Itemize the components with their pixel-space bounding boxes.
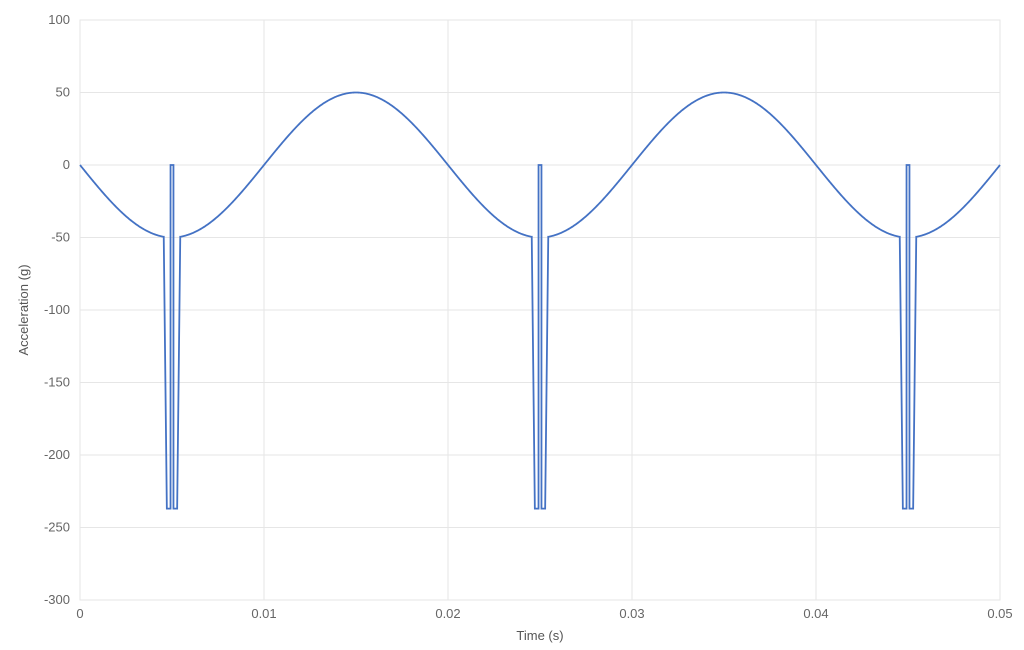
x-tick-label: 0 [76, 606, 83, 621]
y-tick-label: 100 [48, 12, 70, 27]
y-tick-label: 50 [56, 85, 70, 100]
x-tick-label: 0.01 [251, 606, 276, 621]
y-tick-label: 0 [63, 157, 70, 172]
x-tick-label: 0.04 [803, 606, 828, 621]
x-tick-label: 0.02 [435, 606, 460, 621]
y-tick-label: -150 [44, 375, 70, 390]
x-tick-label: 0.03 [619, 606, 644, 621]
chart-container: 0 0.01 0.02 0.03 0.04 0.05 -300 -250 -200 -150 -10… [0, 0, 1024, 650]
chart-svg: 0 0.01 0.02 0.03 0.04 0.05 -300 -250 -200 -150 -10… [0, 0, 1024, 650]
y-tick-label: -300 [44, 592, 70, 607]
y-tick-label: -100 [44, 302, 70, 317]
y-axis-label: Acceleration (g) [16, 264, 31, 355]
x-axis-label: Time (s) [516, 628, 563, 643]
x-tick-label: 0.05 [987, 606, 1012, 621]
y-tick-label: -50 [51, 230, 70, 245]
y-tick-label: -250 [44, 520, 70, 535]
y-tick-label: -200 [44, 447, 70, 462]
